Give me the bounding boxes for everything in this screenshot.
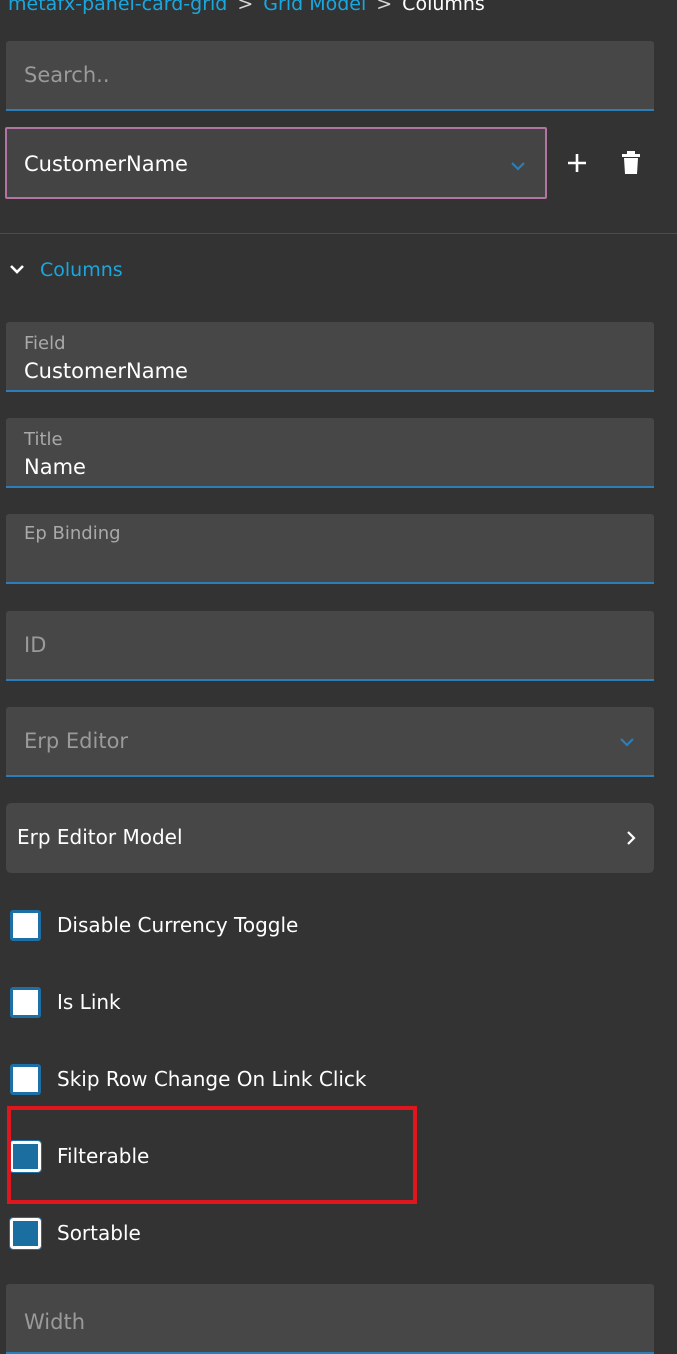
checkbox-is-link[interactable]: Is Link [10, 985, 121, 1019]
checkbox-label: Sortable [57, 1221, 141, 1245]
ep-binding-label: Ep Binding [24, 523, 121, 544]
plus-icon[interactable] [562, 148, 592, 178]
erp-editor-placeholder: Erp Editor [24, 729, 129, 753]
id-input[interactable]: ID [6, 611, 654, 681]
breadcrumb-item-grid-model[interactable]: Grid Model [263, 0, 366, 15]
checkbox-label: Disable Currency Toggle [57, 913, 299, 937]
title-value: Name [24, 455, 86, 479]
width-input[interactable]: Width [6, 1284, 654, 1354]
section-title: Columns [40, 259, 123, 281]
chevron-down-icon [620, 738, 634, 747]
columns-section-toggle[interactable]: Columns [8, 256, 123, 284]
field-label: Field [24, 333, 66, 354]
erp-editor-select[interactable]: Erp Editor [6, 707, 654, 777]
field-value: CustomerName [24, 359, 188, 383]
checkbox-box[interactable] [10, 1063, 41, 1095]
checkbox-box[interactable] [9, 1139, 42, 1173]
chevron-right-icon [627, 831, 636, 845]
checkbox-skip-row-change[interactable]: Skip Row Change On Link Click [10, 1062, 367, 1096]
checkbox-label: Filterable [57, 1144, 150, 1168]
chevron-down-icon [10, 265, 24, 274]
checkbox-sortable[interactable]: Sortable [9, 1216, 141, 1250]
checkbox-label: Is Link [57, 990, 121, 1014]
breadcrumb-item-panel[interactable]: metafx-panel-card-grid [8, 0, 227, 15]
id-placeholder: ID [24, 633, 47, 657]
breadcrumb: metafx-panel-card-grid > Grid Model > Column… [8, 0, 485, 16]
checkbox-label: Skip Row Change On Link Click [57, 1067, 367, 1091]
checkbox-filterable[interactable]: Filterable [9, 1139, 150, 1173]
chevron-down-icon [511, 162, 525, 171]
divider [0, 233, 677, 234]
breadcrumb-item-current: Columns [402, 0, 485, 15]
title-input[interactable]: Title Name [6, 418, 654, 488]
erp-editor-model-link[interactable]: Erp Editor Model [6, 803, 654, 873]
ep-binding-input[interactable]: Ep Binding [6, 514, 654, 584]
field-input[interactable]: Field CustomerName [6, 322, 654, 392]
column-selector-dropdown[interactable]: CustomerName [5, 127, 547, 199]
search-placeholder: Search.. [24, 63, 110, 87]
checkbox-box[interactable] [9, 1216, 42, 1250]
breadcrumb-separator: > [376, 0, 393, 15]
erp-editor-model-label: Erp Editor Model [17, 825, 183, 849]
breadcrumb-separator: > [237, 0, 254, 15]
checkbox-box[interactable] [10, 986, 41, 1018]
checkbox-box[interactable] [10, 909, 41, 941]
search-input[interactable]: Search.. [6, 41, 654, 111]
column-selector-value: CustomerName [24, 152, 188, 176]
checkbox-disable-currency-toggle[interactable]: Disable Currency Toggle [10, 908, 298, 942]
width-placeholder: Width [24, 1310, 86, 1334]
trash-icon[interactable] [616, 148, 646, 178]
title-label: Title [24, 429, 63, 450]
